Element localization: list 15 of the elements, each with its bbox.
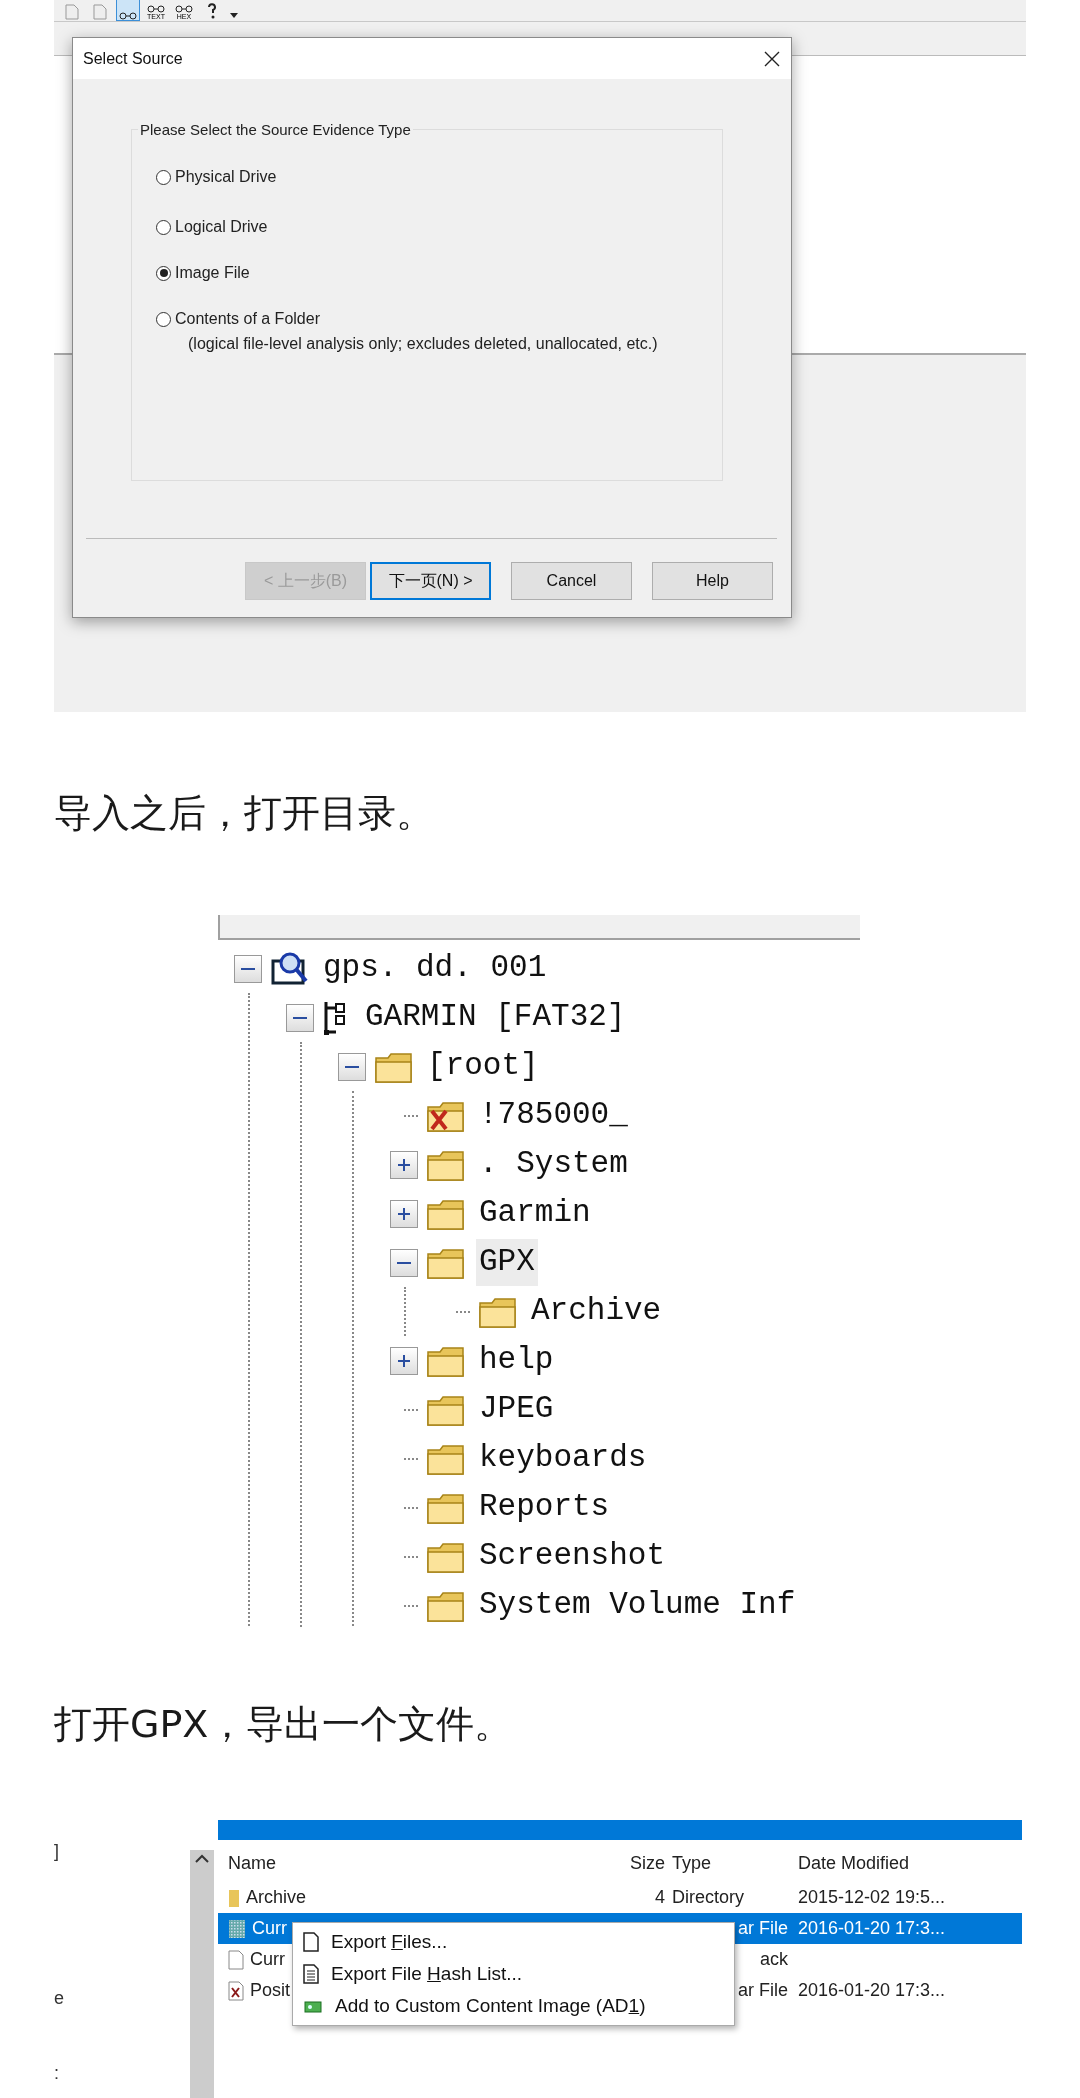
pane-text: e (54, 1987, 64, 2010)
table-cell: 2015-12-02 19:5... (798, 1887, 946, 1907)
caption: 打开GPX，导出一个文件。 (53, 1700, 514, 1748)
pane-text: : (54, 2062, 59, 2085)
table-cell: ar File (738, 1918, 788, 1938)
table-cell: 2016-01-20 17:3... (798, 1918, 946, 1938)
table-cell: Directory (672, 1887, 744, 1907)
table-cell: ar File (738, 1980, 788, 2000)
table-cell: 2016-01-20 17:3... (798, 1980, 946, 2000)
option-note: (logical file-level analysis only; excludes deleted, unallocated, etc.) (188, 334, 659, 354)
window-title: Select Source (83, 48, 183, 69)
pane-text: ] (54, 1840, 59, 1863)
caption: 导入之后，打开目录。 (53, 790, 435, 837)
table-cell: ack (760, 1949, 788, 1969)
table-cell: 4 (655, 1887, 665, 1907)
